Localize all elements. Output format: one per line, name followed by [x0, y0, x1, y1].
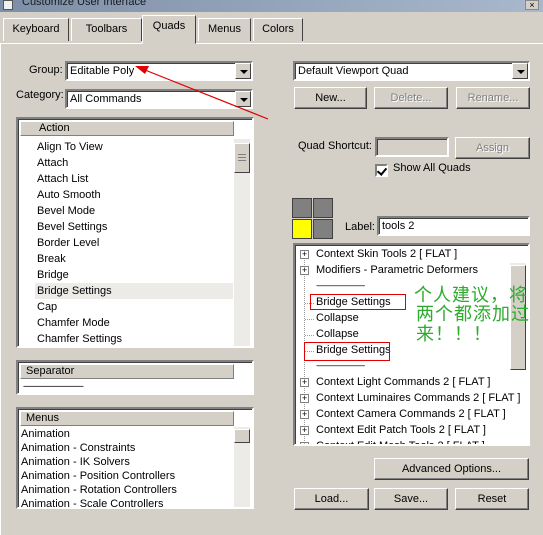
load-button[interactable]: Load... — [294, 488, 369, 510]
reset-button[interactable]: Reset — [455, 488, 529, 510]
advanced-options-button[interactable]: Advanced Options... — [374, 458, 529, 480]
save-button[interactable]: Save... — [374, 488, 448, 510]
tab-quads[interactable]: Quads — [142, 15, 196, 44]
annotation-arrow — [135, 66, 269, 120]
